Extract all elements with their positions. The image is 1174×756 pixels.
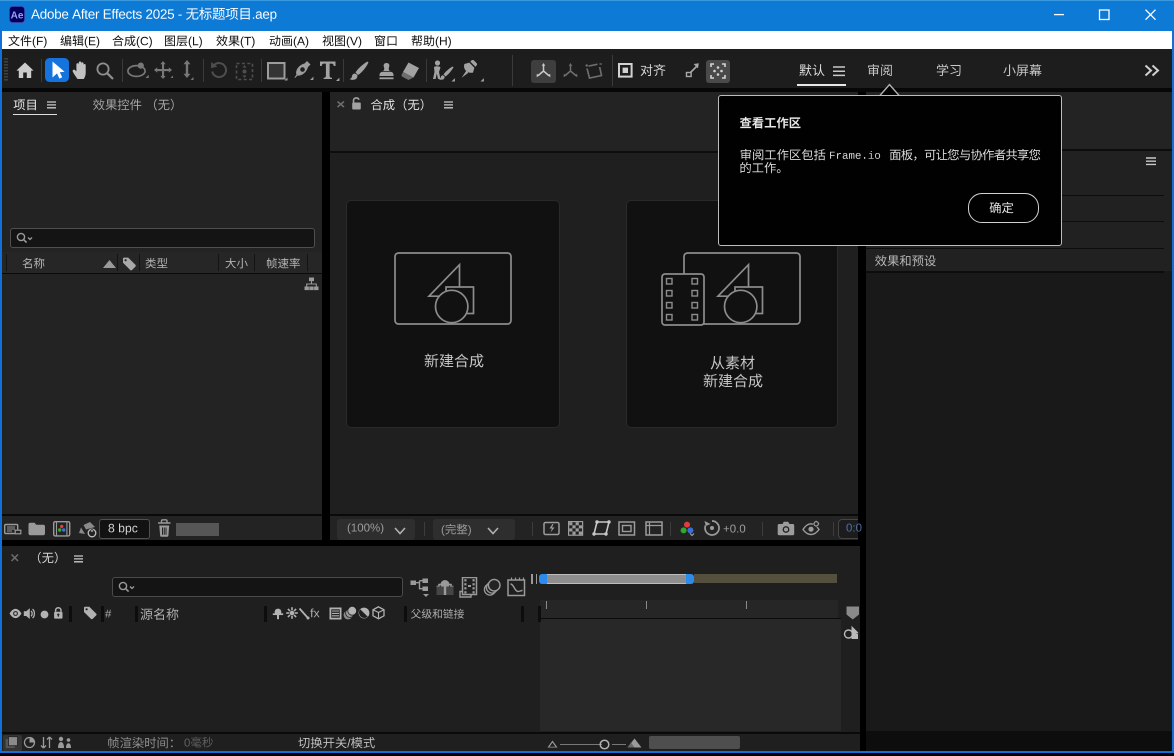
svg-text:Ae: Ae	[11, 11, 24, 22]
